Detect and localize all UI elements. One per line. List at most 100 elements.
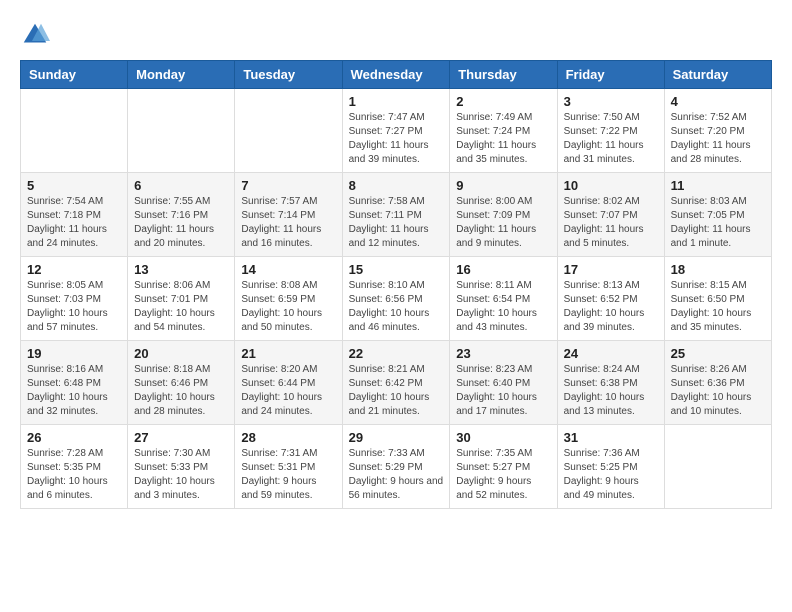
calendar-cell [664, 425, 771, 509]
calendar-cell: 20 Sunrise: 8:18 AMSunset: 6:46 PMDayligh… [128, 341, 235, 425]
day-number: 30 [456, 430, 550, 445]
day-info: Sunrise: 8:13 AMSunset: 6:52 PMDaylight:… [564, 279, 658, 335]
day-info: Sunrise: 7:54 AMSunset: 7:18 PMDaylight:… [27, 195, 121, 251]
day-info: Sunrise: 7:28 AMSunset: 5:35 PMDaylight:… [27, 447, 121, 503]
calendar-week-row: 26 Sunrise: 7:28 AMSunset: 5:35 PMDayligh… [21, 425, 772, 509]
day-number: 14 [241, 262, 335, 277]
day-number: 23 [456, 346, 550, 361]
day-number: 16 [456, 262, 550, 277]
day-info: Sunrise: 8:02 AMSunset: 7:07 PMDaylight:… [564, 195, 658, 251]
day-number: 22 [349, 346, 444, 361]
day-of-week-header: Thursday [450, 61, 557, 89]
day-info: Sunrise: 8:08 AMSunset: 6:59 PMDaylight:… [241, 279, 335, 335]
logo-icon [20, 20, 50, 50]
calendar-cell: 31Sunrise: 7:36 AMSunset: 5:25 PMDayligh… [557, 425, 664, 509]
calendar-week-row: 19 Sunrise: 8:16 AMSunset: 6:48 PMDayligh… [21, 341, 772, 425]
day-info: Sunrise: 7:30 AMSunset: 5:33 PMDaylight:… [134, 447, 228, 503]
calendar-cell: 29Sunrise: 7:33 AMSunset: 5:29 PMDayligh… [342, 425, 450, 509]
calendar-cell: 28 Sunrise: 7:31 AMSunset: 5:31 PMDayligh… [235, 425, 342, 509]
calendar-cell: 23 Sunrise: 8:23 AMSunset: 6:40 PMDayligh… [450, 341, 557, 425]
day-number: 4 [671, 94, 765, 109]
day-number: 1 [349, 94, 444, 109]
day-number: 6 [134, 178, 228, 193]
calendar-table: SundayMondayTuesdayWednesdayThursdayFrid… [20, 60, 772, 509]
day-info: Sunrise: 7:57 AMSunset: 7:14 PMDaylight:… [241, 195, 335, 251]
calendar-cell: 25Sunrise: 8:26 AMSunset: 6:36 PMDayligh… [664, 341, 771, 425]
day-of-week-header: Friday [557, 61, 664, 89]
day-number: 26 [27, 430, 121, 445]
day-number: 8 [349, 178, 444, 193]
calendar-cell: 3Sunrise: 7:50 AMSunset: 7:22 PMDaylight… [557, 89, 664, 173]
day-info: Sunrise: 8:00 AMSunset: 7:09 PMDaylight:… [456, 195, 550, 251]
day-number: 5 [27, 178, 121, 193]
day-info: Sunrise: 8:24 AMSunset: 6:38 PMDaylight:… [564, 363, 658, 419]
day-number: 15 [349, 262, 444, 277]
day-info: Sunrise: 7:58 AMSunset: 7:11 PMDaylight:… [349, 195, 444, 251]
day-number: 3 [564, 94, 658, 109]
calendar-cell: 9 Sunrise: 8:00 AMSunset: 7:09 PMDaylight… [450, 173, 557, 257]
day-number: 2 [456, 94, 550, 109]
calendar-cell: 30 Sunrise: 7:35 AMSunset: 5:27 PMDayligh… [450, 425, 557, 509]
day-info: Sunrise: 8:18 AMSunset: 6:46 PMDaylight:… [134, 363, 228, 419]
day-of-week-header: Monday [128, 61, 235, 89]
day-number: 18 [671, 262, 765, 277]
calendar-cell: 26 Sunrise: 7:28 AMSunset: 5:35 PMDayligh… [21, 425, 128, 509]
calendar-cell [235, 89, 342, 173]
calendar-cell: 22 Sunrise: 8:21 AMSunset: 6:42 PMDayligh… [342, 341, 450, 425]
day-info: Sunrise: 8:10 AMSunset: 6:56 PMDaylight:… [349, 279, 444, 335]
day-number: 9 [456, 178, 550, 193]
page: SundayMondayTuesdayWednesdayThursdayFrid… [0, 0, 792, 529]
calendar-week-row: 5 Sunrise: 7:54 AMSunset: 7:18 PMDaylight… [21, 173, 772, 257]
day-number: 28 [241, 430, 335, 445]
logo [20, 20, 54, 50]
day-info: Sunrise: 8:20 AMSunset: 6:44 PMDaylight:… [241, 363, 335, 419]
day-info: Sunrise: 7:36 AMSunset: 5:25 PMDaylight:… [564, 447, 658, 503]
day-info: Sunrise: 8:11 AMSunset: 6:54 PMDaylight:… [456, 279, 550, 335]
day-number: 24 [564, 346, 658, 361]
calendar-cell: 2 Sunrise: 7:49 AMSunset: 7:24 PMDaylight… [450, 89, 557, 173]
day-info: Sunrise: 8:23 AMSunset: 6:40 PMDaylight:… [456, 363, 550, 419]
calendar-cell: 11Sunrise: 8:03 AMSunset: 7:05 PMDayligh… [664, 173, 771, 257]
day-of-week-header: Sunday [21, 61, 128, 89]
calendar-header-row: SundayMondayTuesdayWednesdayThursdayFrid… [21, 61, 772, 89]
calendar-cell: 15 Sunrise: 8:10 AMSunset: 6:56 PMDayligh… [342, 257, 450, 341]
calendar-cell: 12 Sunrise: 8:05 AMSunset: 7:03 PMDayligh… [21, 257, 128, 341]
day-number: 19 [27, 346, 121, 361]
calendar-cell: 14 Sunrise: 8:08 AMSunset: 6:59 PMDayligh… [235, 257, 342, 341]
calendar-cell: 13Sunrise: 8:06 AMSunset: 7:01 PMDayligh… [128, 257, 235, 341]
calendar-cell: 17 Sunrise: 8:13 AMSunset: 6:52 PMDayligh… [557, 257, 664, 341]
calendar-week-row: 1 Sunrise: 7:47 AMSunset: 7:27 PMDaylight… [21, 89, 772, 173]
calendar-cell: 4 Sunrise: 7:52 AMSunset: 7:20 PMDaylight… [664, 89, 771, 173]
calendar-cell [21, 89, 128, 173]
header [20, 20, 772, 50]
calendar-cell: 6 Sunrise: 7:55 AMSunset: 7:16 PMDaylight… [128, 173, 235, 257]
day-info: Sunrise: 7:35 AMSunset: 5:27 PMDaylight:… [456, 447, 550, 503]
day-info: Sunrise: 7:55 AMSunset: 7:16 PMDaylight:… [134, 195, 228, 251]
day-info: Sunrise: 8:05 AMSunset: 7:03 PMDaylight:… [27, 279, 121, 335]
calendar-cell: 18 Sunrise: 8:15 AMSunset: 6:50 PMDayligh… [664, 257, 771, 341]
calendar-cell: 10Sunrise: 8:02 AMSunset: 7:07 PMDayligh… [557, 173, 664, 257]
day-info: Sunrise: 7:47 AMSunset: 7:27 PMDaylight:… [349, 111, 444, 167]
day-info: Sunrise: 8:03 AMSunset: 7:05 PMDaylight:… [671, 195, 765, 251]
day-info: Sunrise: 8:21 AMSunset: 6:42 PMDaylight:… [349, 363, 444, 419]
calendar-cell: 24 Sunrise: 8:24 AMSunset: 6:38 PMDayligh… [557, 341, 664, 425]
day-info: Sunrise: 8:16 AMSunset: 6:48 PMDaylight:… [27, 363, 121, 419]
day-info: Sunrise: 7:31 AMSunset: 5:31 PMDaylight:… [241, 447, 335, 503]
calendar-week-row: 12 Sunrise: 8:05 AMSunset: 7:03 PMDayligh… [21, 257, 772, 341]
day-number: 25 [671, 346, 765, 361]
calendar-cell: 19 Sunrise: 8:16 AMSunset: 6:48 PMDayligh… [21, 341, 128, 425]
day-info: Sunrise: 8:15 AMSunset: 6:50 PMDaylight:… [671, 279, 765, 335]
day-info: Sunrise: 7:49 AMSunset: 7:24 PMDaylight:… [456, 111, 550, 167]
day-number: 27 [134, 430, 228, 445]
calendar-cell: 27 Sunrise: 7:30 AMSunset: 5:33 PMDayligh… [128, 425, 235, 509]
day-number: 17 [564, 262, 658, 277]
day-number: 21 [241, 346, 335, 361]
day-of-week-header: Saturday [664, 61, 771, 89]
day-info: Sunrise: 7:52 AMSunset: 7:20 PMDaylight:… [671, 111, 765, 167]
day-number: 7 [241, 178, 335, 193]
day-number: 20 [134, 346, 228, 361]
calendar-cell: 1 Sunrise: 7:47 AMSunset: 7:27 PMDaylight… [342, 89, 450, 173]
calendar-cell: 7 Sunrise: 7:57 AMSunset: 7:14 PMDaylight… [235, 173, 342, 257]
day-number: 12 [27, 262, 121, 277]
calendar-cell: 21 Sunrise: 8:20 AMSunset: 6:44 PMDayligh… [235, 341, 342, 425]
